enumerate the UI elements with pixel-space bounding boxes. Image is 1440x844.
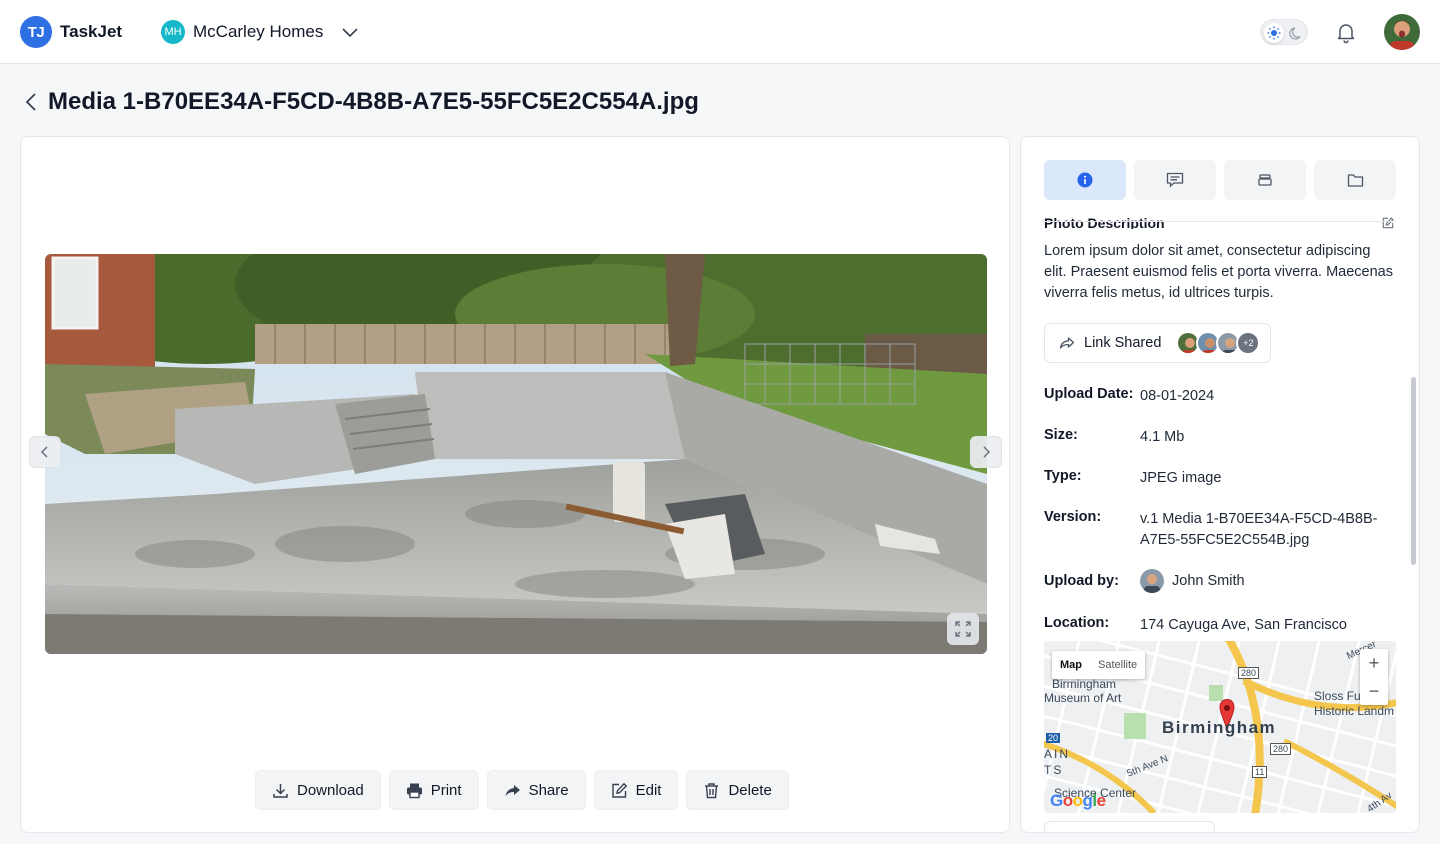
shared-users: +2 — [1176, 331, 1261, 355]
print-label: Print — [430, 781, 462, 799]
bell-icon[interactable] — [1334, 20, 1358, 44]
details-tabs — [1044, 160, 1396, 200]
map-label-museum2: Museum of Art — [1044, 691, 1122, 705]
back-button[interactable] — [20, 90, 42, 114]
edit-icon — [611, 782, 627, 798]
map-type-map[interactable]: Map — [1052, 651, 1090, 679]
theme-toggle[interactable] — [1260, 19, 1308, 45]
map-shield-280b: 280 — [1270, 743, 1292, 755]
version-value: v.1 Media 1-B70EE34A-F5CD-4B8B-A7E5-55FC… — [1140, 511, 1378, 548]
map-type-control: Map Satellite — [1052, 651, 1146, 679]
description-title: Photo Description — [1044, 215, 1165, 229]
type-value: JPEG image — [1140, 470, 1222, 486]
tab-versions[interactable] — [1224, 160, 1306, 200]
map-shield-280a: 280 — [1238, 667, 1260, 679]
chevron-left-icon — [40, 446, 48, 458]
user-avatar[interactable] — [1384, 14, 1420, 50]
upload-date-label: Upload Date: — [1044, 386, 1134, 402]
divider — [1044, 221, 1396, 222]
delete-label: Delete — [728, 781, 772, 799]
delete-button[interactable]: Delete — [686, 770, 789, 810]
size-value: 4.1 Mb — [1140, 429, 1185, 445]
trash-icon — [705, 782, 719, 798]
map-label-museum: Birmingham — [1052, 677, 1117, 691]
upload-date-value: 08-01-2024 — [1140, 388, 1215, 404]
link-shared-label: Link Shared — [1084, 335, 1162, 351]
location-label: Location: — [1044, 615, 1110, 631]
app-name[interactable]: TaskJet — [60, 22, 122, 42]
fullscreen-button[interactable] — [947, 613, 979, 645]
map-zoom-control: + − — [1360, 649, 1388, 705]
tab-folder[interactable] — [1314, 160, 1396, 200]
print-button[interactable]: Print — [388, 770, 479, 810]
share-label: Share — [528, 781, 569, 799]
zoom-in-button[interactable]: + — [1360, 649, 1388, 677]
edit-label: Edit — [635, 781, 662, 799]
map-label-sloss: Sloss Fu — [1314, 689, 1361, 703]
media-viewer: Download Print Share Edit Delete — [20, 136, 1010, 833]
location-value: 174 Cayuga Ave, San Francisco — [1140, 617, 1347, 633]
description-text: Lorem ipsum dolor sit amet, consectetur … — [1044, 243, 1393, 301]
map-label-ts: TS — [1044, 763, 1064, 777]
map-shield-i20: 20 — [1046, 733, 1061, 743]
chevron-down-icon[interactable] — [340, 23, 360, 41]
panel-bottom-button[interactable] — [1044, 821, 1215, 832]
share-icon — [505, 784, 520, 796]
size-label: Size: — [1044, 427, 1078, 443]
next-button[interactable] — [970, 436, 1002, 468]
edit-button[interactable]: Edit — [593, 770, 679, 810]
map-label-city: Birmingham — [1162, 718, 1277, 737]
tab-comments[interactable] — [1134, 160, 1216, 200]
details-panel: Photo Description Lorem ipsum dolor sit … — [1020, 136, 1420, 833]
zoom-out-button[interactable]: − — [1360, 677, 1388, 705]
comment-icon — [1166, 172, 1184, 188]
media-actions: Download Print Share Edit Delete — [255, 770, 789, 810]
share-button[interactable]: Share — [486, 770, 586, 810]
link-shared-button[interactable]: Link Shared +2 — [1044, 323, 1271, 363]
map-type-satellite[interactable]: Satellite — [1090, 651, 1145, 679]
panel-scrollbar[interactable] — [1411, 377, 1416, 565]
top-bar: TJ TaskJet MH McCarley Homes — [0, 0, 1440, 64]
folder-icon — [1347, 173, 1363, 187]
shared-more-count: +2 — [1236, 331, 1261, 355]
media-photo[interactable] — [45, 254, 987, 654]
tab-info[interactable] — [1044, 160, 1126, 200]
edit-icon[interactable] — [1381, 217, 1395, 229]
download-icon — [273, 783, 288, 798]
chevron-right-icon — [983, 446, 991, 458]
map-label-ain: AIN — [1044, 747, 1071, 761]
uploader-avatar — [1140, 569, 1164, 593]
type-label: Type: — [1044, 468, 1082, 484]
org-avatar[interactable]: MH — [161, 20, 185, 44]
google-logo: Google — [1050, 791, 1106, 810]
map-label-sloss2: Historic Landm — [1314, 704, 1395, 718]
download-button[interactable]: Download — [255, 770, 381, 810]
download-label: Download — [297, 781, 364, 799]
upload-by-label: Upload by: — [1044, 573, 1119, 589]
previous-button[interactable] — [29, 436, 61, 468]
location-map[interactable]: Birmingham Museum of Art Birmingham Slos… — [1044, 641, 1396, 813]
printer-icon — [406, 783, 422, 798]
sun-icon — [1264, 23, 1284, 43]
app-logo[interactable]: TJ — [20, 16, 52, 48]
share-icon — [1059, 337, 1075, 349]
expand-icon — [955, 621, 971, 637]
page-title: Media 1-B70EE34A-F5CD-4B8B-A7E5-55FC5E2C… — [48, 88, 699, 115]
map-shield-11: 11 — [1252, 766, 1268, 778]
moon-icon — [1287, 24, 1305, 42]
info-icon — [1077, 172, 1093, 188]
layers-icon — [1258, 174, 1272, 186]
version-label: Version: — [1044, 509, 1102, 525]
uploader-name[interactable]: John Smith — [1172, 573, 1245, 589]
org-name[interactable]: McCarley Homes — [193, 22, 323, 42]
